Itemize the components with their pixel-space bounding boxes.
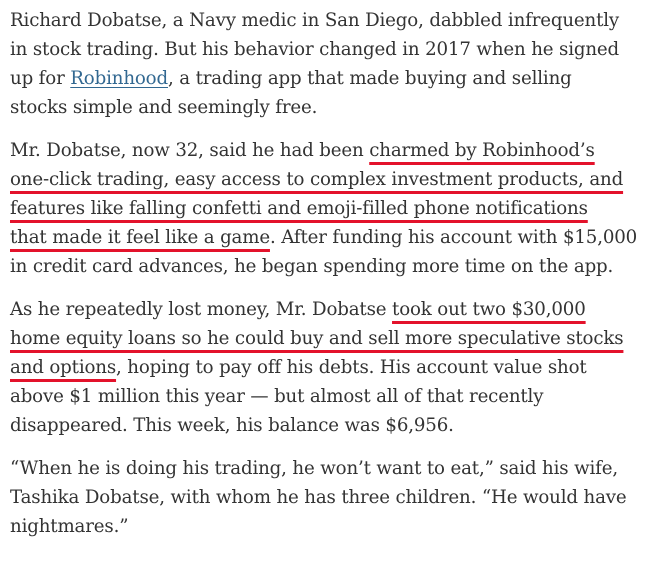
paragraph-3: As he repeatedly lost money, Mr. Dobatse… <box>10 295 640 440</box>
text-fragment: , a trading app that made buying and sel… <box>167 68 572 89</box>
text-line: one-click trading, easy access to comple… <box>10 165 640 194</box>
text-line: up for Robinhood, a trading app that mad… <box>10 64 640 93</box>
robinhood-link[interactable]: Robinhood <box>70 68 168 89</box>
highlighted-text: features like falling confetti and emoji… <box>10 198 588 219</box>
text-line: Richard Dobatse, a Navy medic in San Die… <box>10 10 620 31</box>
text-line: and options, hoping to pay off his debts… <box>10 353 640 382</box>
paragraph-2: Mr. Dobatse, now 32, said he had been ch… <box>10 136 640 281</box>
text-fragment: As he repeatedly lost money, Mr. Dobatse <box>10 299 393 320</box>
text-line: features like falling confetti and emoji… <box>10 194 640 223</box>
text-line: in stock trading. But his behavior chang… <box>10 39 620 60</box>
highlighted-text: and options <box>10 357 117 378</box>
text-line: Mr. Dobatse, now 32, said he had been ch… <box>10 136 640 165</box>
text-fragment: . After funding his account with $15,000 <box>269 227 638 248</box>
paragraph-1: Richard Dobatse, a Navy medic in San Die… <box>10 6 640 122</box>
article-body: Richard Dobatse, a Navy medic in San Die… <box>10 6 640 555</box>
text-line: disappeared. This week, his balance was … <box>10 415 454 436</box>
text-line: that made it feel like a game. After fun… <box>10 223 640 252</box>
highlighted-text: one-click trading, easy access to comple… <box>10 169 624 190</box>
text-line: in credit card advances, he began spendi… <box>10 256 614 277</box>
text-fragment: up for <box>10 68 71 89</box>
text-fragment: , hoping to pay off his debts. His accou… <box>116 357 587 378</box>
text-line: home equity loans so he could buy and se… <box>10 324 640 353</box>
text-line: nightmares.” <box>10 516 129 537</box>
highlighted-text: that made it feel like a game <box>10 227 270 248</box>
text-line: stocks simple and seemingly free. <box>10 97 318 118</box>
text-fragment: Mr. Dobatse, now 32, said he had been <box>10 140 370 161</box>
text-line: above $1 million this year — but almost … <box>10 386 544 407</box>
highlighted-text: took out two $30,000 <box>392 299 586 320</box>
text-line: “When he is doing his trading, he won’t … <box>10 458 618 479</box>
paragraph-4: “When he is doing his trading, he won’t … <box>10 454 640 541</box>
text-line: As he repeatedly lost money, Mr. Dobatse… <box>10 295 640 324</box>
highlighted-text: charmed by Robinhood’s <box>369 140 595 161</box>
text-line: Tashika Dobatse, with whom he has three … <box>10 487 627 508</box>
highlighted-text: home equity loans so he could buy and se… <box>10 328 624 349</box>
